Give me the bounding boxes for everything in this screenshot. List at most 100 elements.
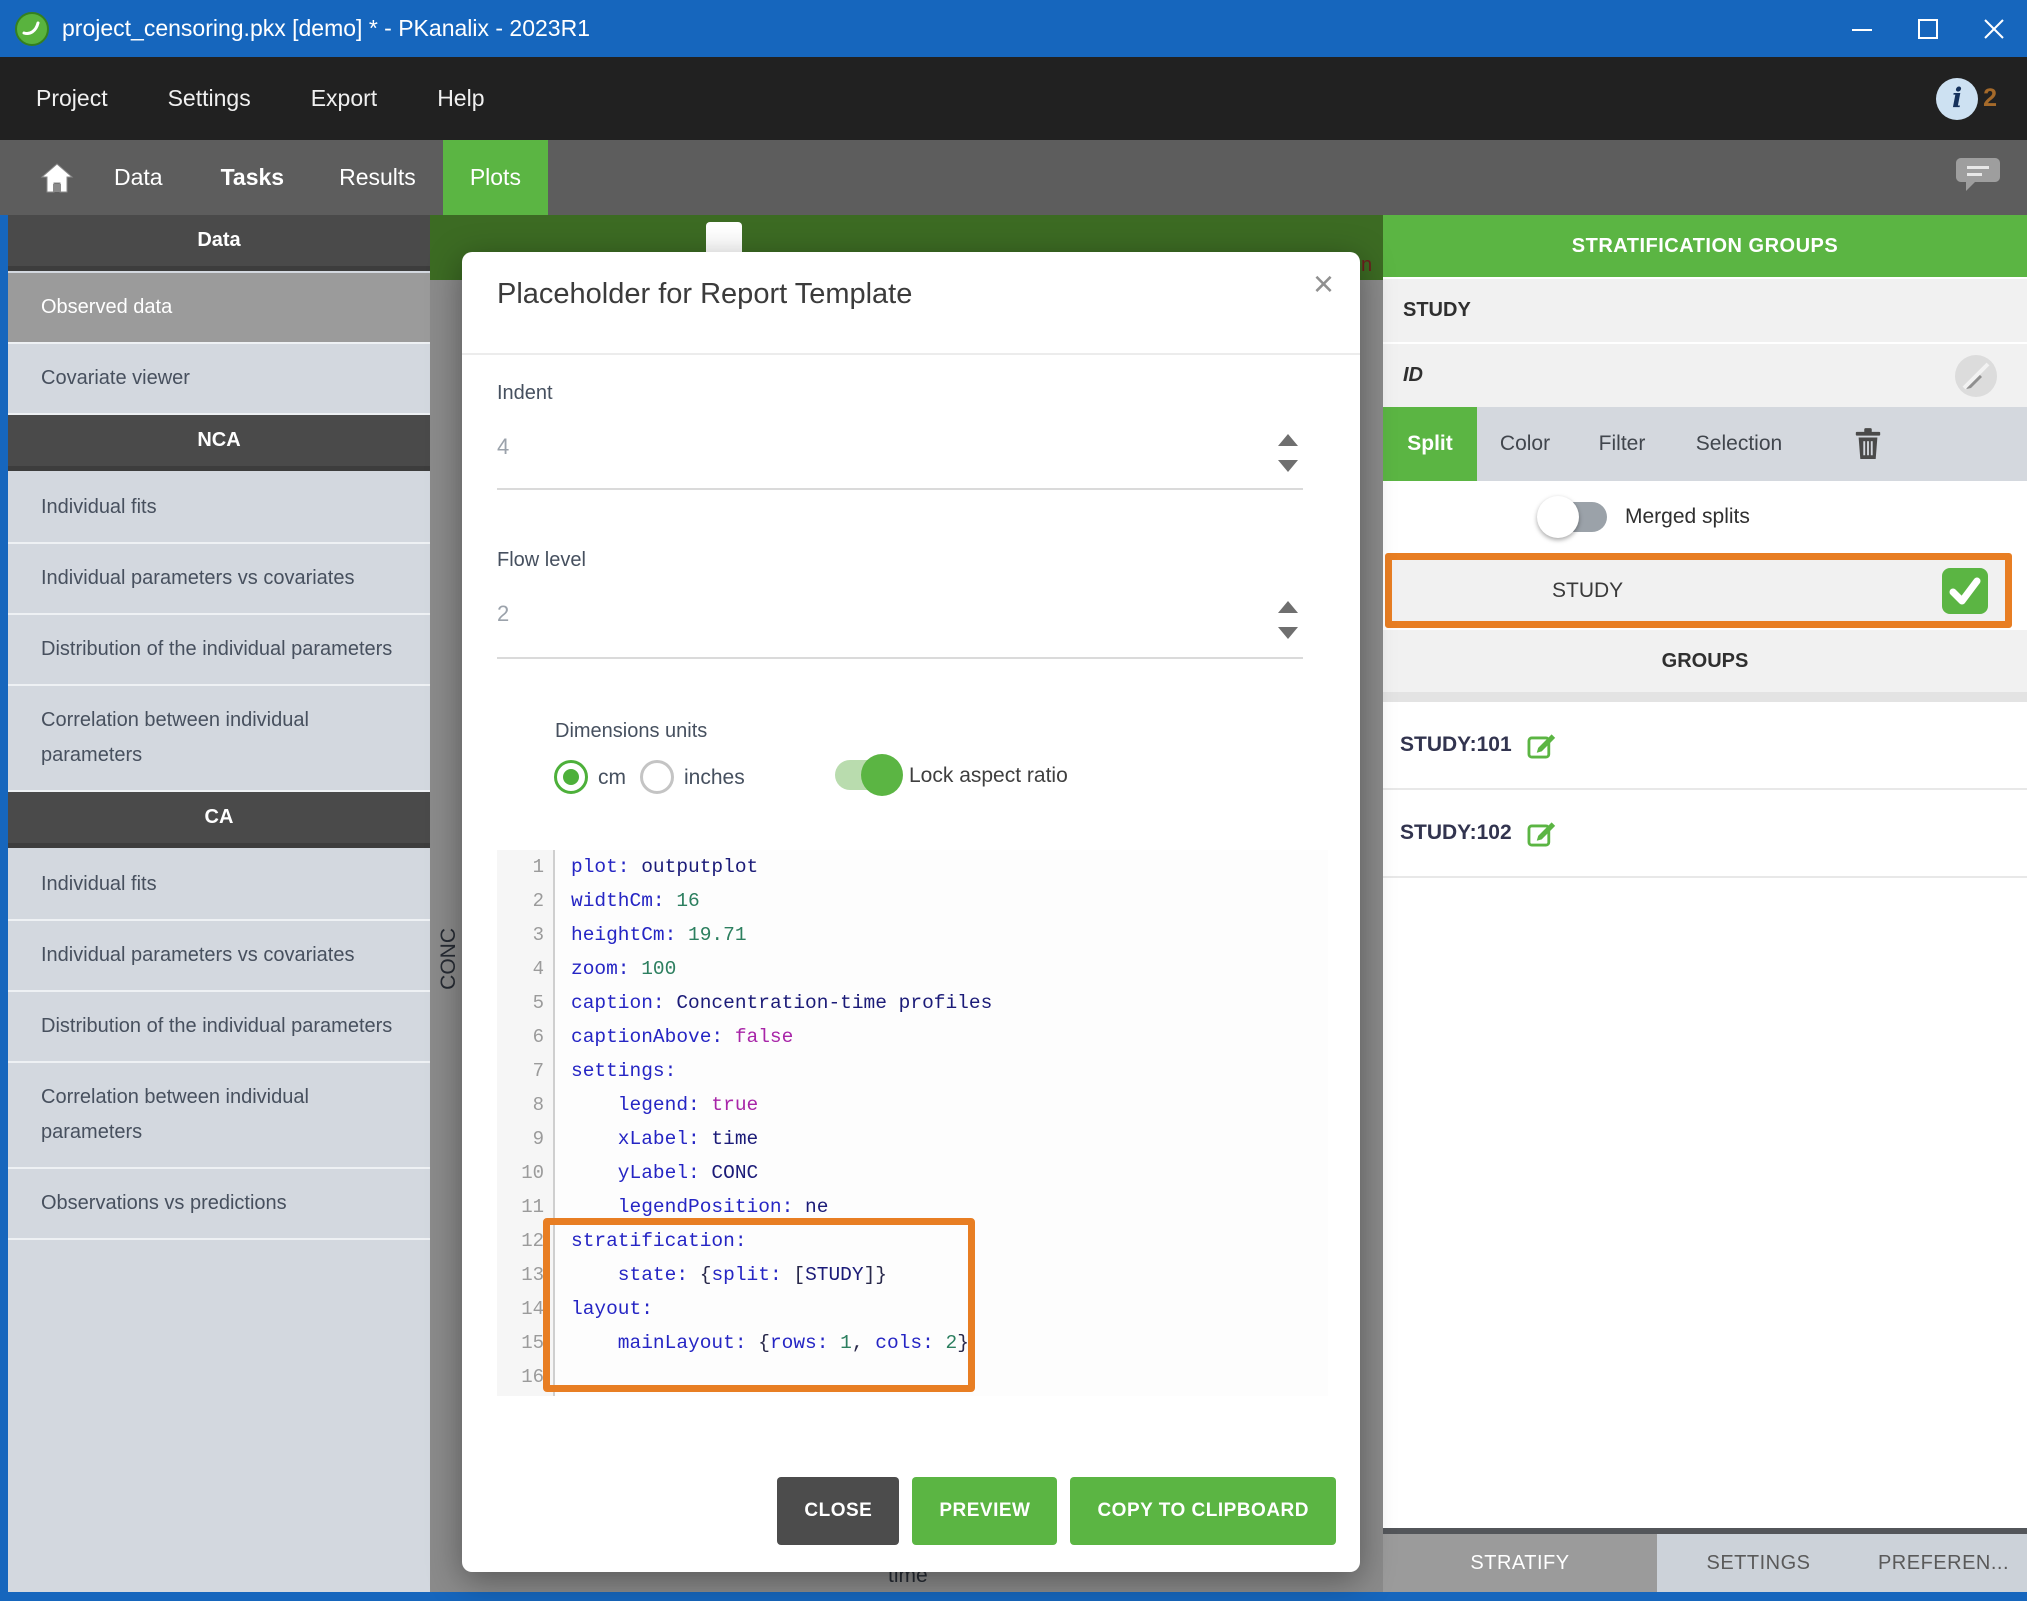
maximize-button[interactable] <box>1895 0 1961 57</box>
menu-export[interactable]: Export <box>311 85 377 112</box>
code-token: 1 <box>828 1332 851 1354</box>
title-bar: project_censoring.pkx [demo] * - PKanali… <box>0 0 2027 57</box>
panel-tab-split[interactable]: Split <box>1383 407 1477 481</box>
lock-aspect-ratio-toggle[interactable] <box>835 760 899 790</box>
editor-gutter: 12345678910111213141516 <box>497 850 555 1396</box>
code-line: zoom: 100 <box>571 952 1328 986</box>
window-border-left <box>0 215 8 1601</box>
copy-to-clipboard-button[interactable]: COPY TO CLIPBOARD <box>1070 1477 1336 1545</box>
merged-splits-label: Merged splits <box>1625 505 1750 529</box>
panel-bottom-tabs: STRATIFYSETTINGSPREFEREN... <box>1383 1528 2027 1592</box>
flow-level-input[interactable]: 2 <box>497 601 509 627</box>
app-window: project_censoring.pkx [demo] * - PKanali… <box>0 0 2027 1601</box>
window-title: project_censoring.pkx [demo] * - PKanali… <box>62 15 590 42</box>
tab-tasks[interactable]: Tasks <box>221 140 285 215</box>
home-icon[interactable] <box>40 162 74 194</box>
panel-tab-selection[interactable]: Selection <box>1671 407 1807 481</box>
mode-tabs: SplitColorFilterSelection <box>1383 407 1807 481</box>
covariate-row-id[interactable]: ID <box>1383 344 2027 407</box>
sidebar-item[interactable]: Distribution of the individual parameter… <box>8 615 430 686</box>
sidebar-item[interactable]: Covariate viewer <box>8 344 430 415</box>
line-number: 5 <box>497 986 544 1020</box>
sidebar-item[interactable]: Individual parameters vs covariates <box>8 921 430 992</box>
close-button[interactable]: CLOSE <box>777 1477 899 1545</box>
line-number: 8 <box>497 1088 544 1122</box>
close-window-button[interactable] <box>1961 0 2027 57</box>
covariate-row-study[interactable]: STUDY <box>1383 279 2027 342</box>
line-number: 6 <box>497 1020 544 1054</box>
sidebar-item[interactable]: Individual fits <box>8 473 430 544</box>
merged-splits-toggle[interactable] <box>1543 502 1607 532</box>
bottom-tab-settings[interactable]: SETTINGS <box>1657 1534 1860 1592</box>
info-icon[interactable]: i <box>1936 78 1978 120</box>
code-token: Concentration-time profiles <box>665 992 993 1014</box>
line-number: 9 <box>497 1122 544 1156</box>
menu-help[interactable]: Help <box>437 85 484 112</box>
panel-tab-filter[interactable]: Filter <box>1573 407 1671 481</box>
groups-list: STUDY:101STUDY:102 <box>1383 702 2027 878</box>
sidebar-section-data: Data <box>8 215 430 271</box>
tab-plots[interactable]: Plots <box>443 140 548 215</box>
split-covariate-label: STUDY <box>1552 579 1623 603</box>
code-token: false <box>723 1026 793 1048</box>
trash-icon[interactable] <box>1807 407 1929 481</box>
code-line: xLabel: time <box>571 1122 1328 1156</box>
group-row: STUDY:101 <box>1383 702 2027 790</box>
code-token: heightCm: <box>571 924 676 946</box>
edit-icon[interactable] <box>1524 816 1558 850</box>
code-token: , <box>852 1332 875 1354</box>
line-number: 16 <box>497 1360 544 1394</box>
chat-icon[interactable] <box>1955 154 2001 201</box>
pick-disabled-icon[interactable] <box>1953 353 1999 399</box>
sidebar-item[interactable]: Observed data <box>8 273 430 344</box>
sidebar-item[interactable]: Observations vs predictions <box>8 1169 430 1240</box>
lock-aspect-ratio-label: Lock aspect ratio <box>909 764 1068 788</box>
code-line: captionAbove: false <box>571 1020 1328 1054</box>
edit-icon[interactable] <box>1524 728 1558 762</box>
split-checkbox[interactable] <box>1942 568 1988 614</box>
indent-input[interactable]: 4 <box>497 434 509 460</box>
panel-header: STRATIFICATION GROUPS <box>1383 215 2027 277</box>
sidebar: DataObserved dataCovariate viewerNCAIndi… <box>8 215 430 1592</box>
radio-cm[interactable] <box>554 760 588 794</box>
flow-level-spin-up-icon[interactable] <box>1278 601 1298 613</box>
indent-spin-down-icon[interactable] <box>1278 460 1298 472</box>
menu-project[interactable]: Project <box>36 85 108 112</box>
sidebar-item[interactable]: Distribution of the individual parameter… <box>8 992 430 1063</box>
group-row: STUDY:102 <box>1383 790 2027 878</box>
minimize-button[interactable] <box>1829 0 1895 57</box>
code-token: plot: <box>571 856 630 878</box>
covariate-id-label: ID <box>1403 364 1423 387</box>
radio-inches[interactable] <box>640 760 674 794</box>
indent-spin-up-icon[interactable] <box>1278 434 1298 446</box>
plot-y-axis-label: CONC <box>437 928 461 990</box>
tab-results[interactable]: Results <box>339 140 416 215</box>
line-number: 14 <box>497 1292 544 1326</box>
window-controls <box>1829 0 2027 57</box>
yaml-editor[interactable]: 12345678910111213141516 plot: outputplot… <box>497 850 1328 1396</box>
sidebar-item[interactable]: Correlation between individual parameter… <box>8 1063 430 1169</box>
code-token: settings: <box>571 1060 676 1082</box>
toggle-knob <box>861 754 903 796</box>
nav-tabs: Data Tasks Results Plots <box>74 140 548 215</box>
bottom-tab-stratify[interactable]: STRATIFY <box>1383 1534 1657 1592</box>
sidebar-item[interactable]: Individual fits <box>8 850 430 921</box>
sidebar-item[interactable]: Correlation between individual parameter… <box>8 686 430 792</box>
menu-settings[interactable]: Settings <box>168 85 251 112</box>
code-line: mainLayout: {rows: 1, cols: 2} <box>571 1326 1328 1360</box>
dialog-close-icon[interactable]: × <box>1313 266 1334 302</box>
dialog-buttons: CLOSEPREVIEWCOPY TO CLIPBOARD <box>777 1477 1336 1545</box>
tab-data[interactable]: Data <box>114 140 163 215</box>
bottom-tab-preferen[interactable]: PREFEREN... <box>1860 1534 2027 1592</box>
line-number: 2 <box>497 884 544 918</box>
code-token: stratification: <box>571 1230 747 1252</box>
flow-level-spin-down-icon[interactable] <box>1278 627 1298 639</box>
stratification-panel: STRATIFICATION GROUPS STUDY ID SplitColo… <box>1383 215 2027 1592</box>
preview-button[interactable]: PREVIEW <box>912 1477 1057 1545</box>
panel-tab-color[interactable]: Color <box>1477 407 1573 481</box>
code-token: { <box>688 1264 711 1286</box>
code-token: captionAbove: <box>571 1026 723 1048</box>
menu-bar: ProjectSettingsExportHelp i 2 <box>0 57 2027 140</box>
sidebar-item[interactable]: Individual parameters vs covariates <box>8 544 430 615</box>
code-token: CONC <box>700 1162 759 1184</box>
